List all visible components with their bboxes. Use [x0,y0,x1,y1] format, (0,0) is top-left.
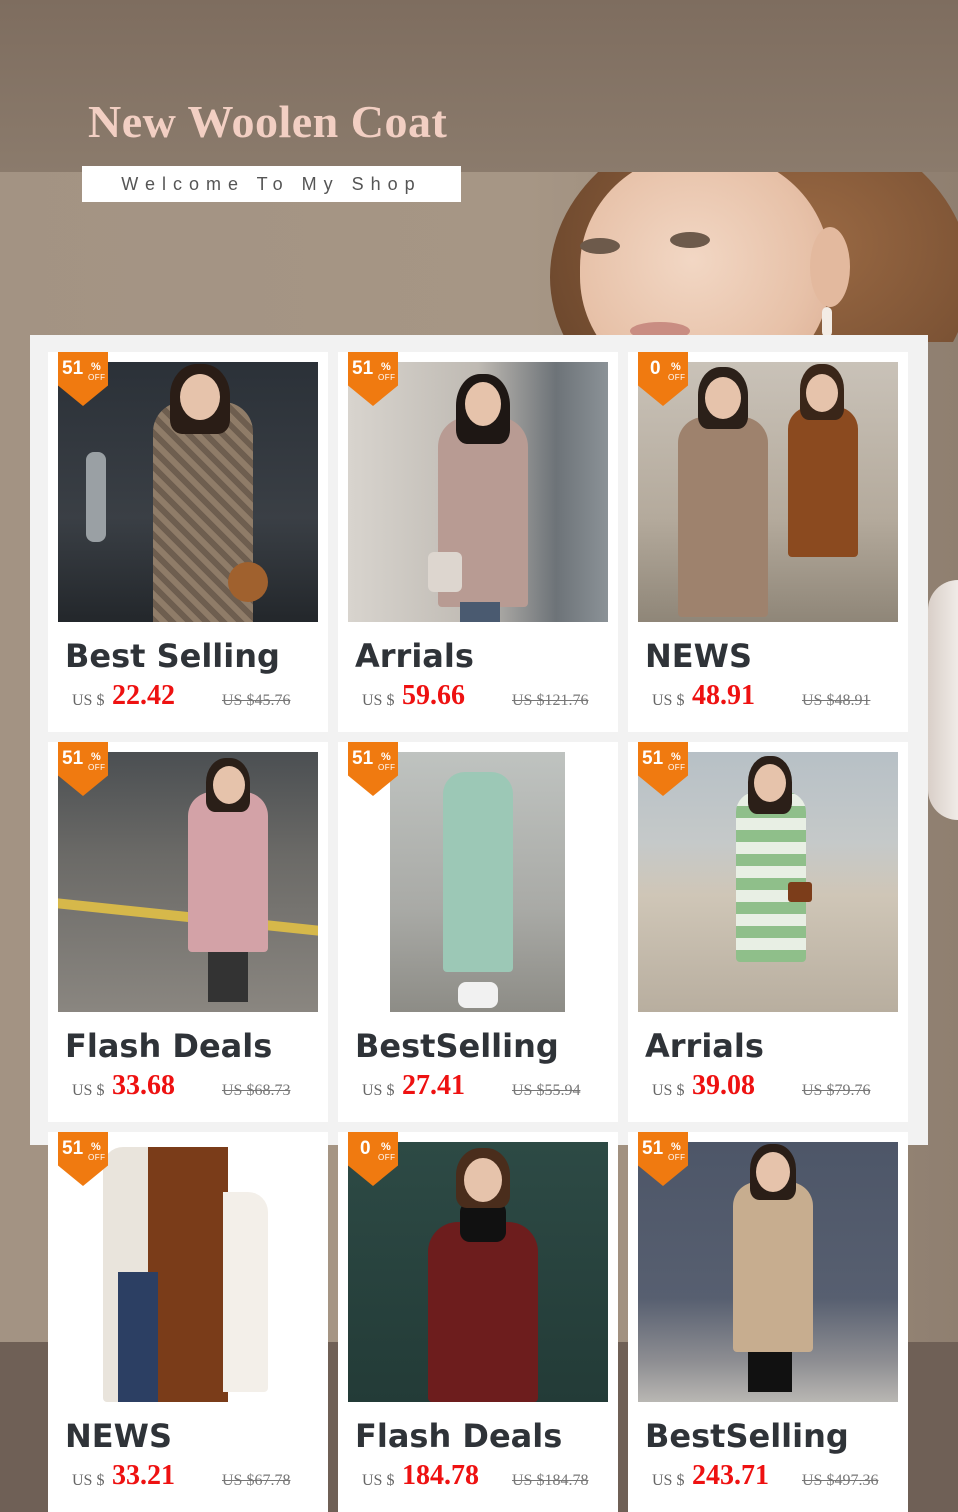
product-image[interactable] [638,362,898,622]
product-card[interactable]: 0 % OFF Flash Deals US $ 184.78 US $184.… [338,1132,618,1512]
product-image[interactable] [348,752,608,1012]
product-name[interactable]: Flash Deals [65,1027,272,1065]
product-image[interactable] [348,1142,608,1402]
product-name[interactable]: BestSelling [645,1417,849,1455]
original-price: US $68.73 [222,1082,291,1099]
product-name[interactable]: Arrials [645,1027,764,1065]
currency-label: US $ [362,1082,395,1099]
welcome-banner: Welcome To My Shop [82,166,461,202]
original-price: US $497.36 [802,1472,879,1489]
product-name[interactable]: Arrials [355,637,474,675]
product-price: 59.66 [402,680,465,711]
model-portrait [520,172,958,342]
product-name[interactable]: Flash Deals [355,1417,562,1455]
currency-label: US $ [362,692,395,709]
currency-label: US $ [652,1082,685,1099]
product-price: 33.21 [112,1460,175,1491]
product-card[interactable]: 51 % OFF BestSelling US $ 27.41 US $55.9… [338,742,618,1122]
product-card[interactable]: 51 % OFF Best Selling US $ 22.42 US $45.… [48,352,328,732]
product-card[interactable]: 51 % OFF BestSelling US $ 243.71 US $497… [628,1132,908,1512]
product-name[interactable]: Best Selling [65,637,280,675]
original-price: US $67.78 [222,1472,291,1489]
currency-label: US $ [72,1082,105,1099]
product-image[interactable] [348,362,608,622]
product-card[interactable]: 51 % OFF Flash Deals US $ 33.68 US $68.7… [48,742,328,1122]
currency-label: US $ [652,1472,685,1489]
product-image[interactable] [58,752,318,1012]
currency-label: US $ [652,692,685,709]
original-price: US $121.76 [512,692,589,709]
product-name[interactable]: BestSelling [355,1027,559,1065]
product-image[interactable] [638,752,898,1012]
original-price: US $55.94 [512,1082,581,1099]
product-price: 33.68 [112,1070,175,1101]
product-name[interactable]: NEWS [645,637,752,675]
product-name[interactable]: NEWS [65,1417,172,1455]
banner-title: New Woolen Coat [88,96,448,147]
currency-label: US $ [72,1472,105,1489]
product-price: 27.41 [402,1070,465,1101]
product-price: 48.91 [692,680,755,711]
model-shoulder [928,580,958,820]
product-price: 243.71 [692,1460,769,1491]
product-card[interactable]: 0 % OFF NEWS US $ 48.91 US $48.91 [628,352,908,732]
product-image[interactable] [58,362,318,622]
product-card[interactable]: 51 % OFF Arrials US $ 59.66 US $121.76 [338,352,618,732]
original-price: US $184.78 [512,1472,589,1489]
product-image[interactable] [58,1142,318,1402]
product-card[interactable]: 51 % OFF NEWS US $ 33.21 US $67.78 [48,1132,328,1512]
product-card[interactable]: 51 % OFF Arrials US $ 39.08 US $79.76 [628,742,908,1122]
product-price: 22.42 [112,680,175,711]
product-image[interactable] [638,1142,898,1402]
original-price: US $79.76 [802,1082,871,1099]
product-price: 39.08 [692,1070,755,1101]
product-price: 184.78 [402,1460,479,1491]
original-price: US $48.91 [802,692,871,709]
original-price: US $45.76 [222,692,291,709]
currency-label: US $ [362,1472,395,1489]
currency-label: US $ [72,692,105,709]
